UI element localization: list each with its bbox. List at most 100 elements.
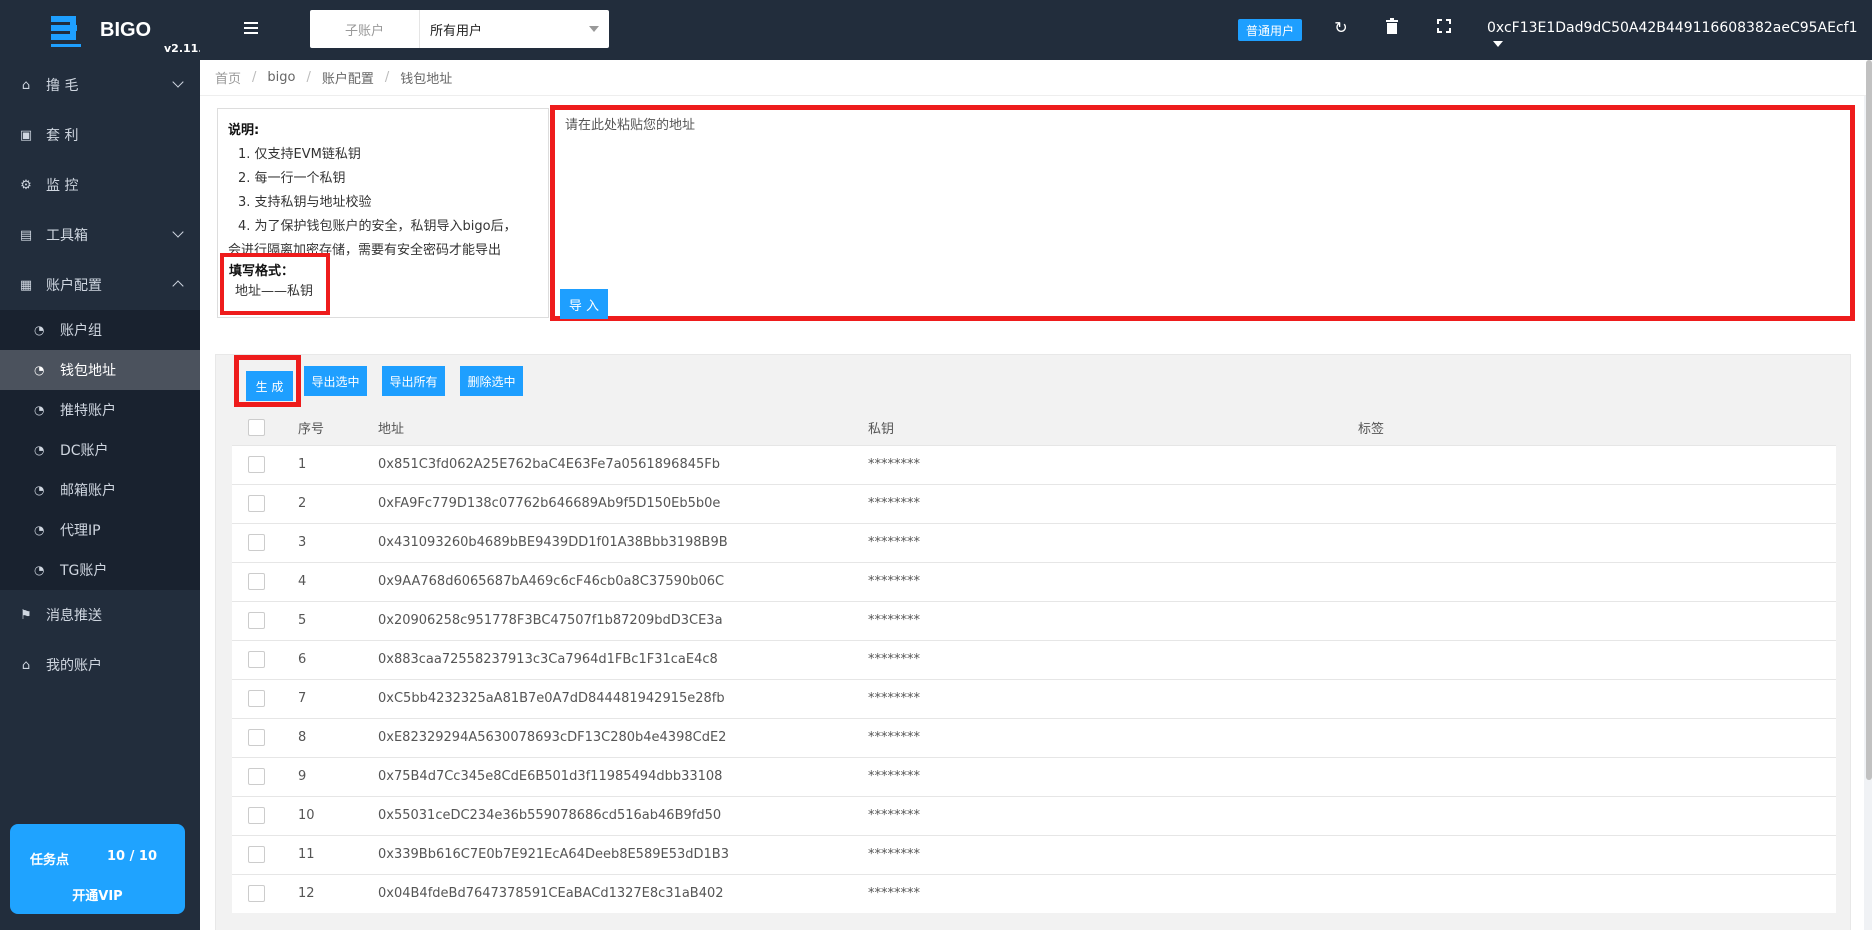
submenu-item-label: 邮箱账户	[60, 483, 116, 499]
row-checkbox[interactable]	[248, 690, 265, 707]
row-address: 0x75B4d7Cc345e8CdE6B501d3f11985494dbb331…	[378, 756, 868, 796]
table-row[interactable]: 8 0xE82329294A5630078693cDF13C280b4e4398C…	[232, 717, 1836, 757]
row-address: 0x55031ceDC234e36b559078686cd516ab46B9fd…	[378, 795, 868, 835]
row-checkbox[interactable]	[248, 729, 265, 746]
table-row[interactable]: 6 0x883caa72558237913c3Ca7964d1FBc1F31caE…	[232, 639, 1836, 679]
sidebar-item[interactable]: ▣ 套 利	[0, 110, 200, 160]
wallet-address-menu[interactable]: 0xcF13E1Dad9dC50A42B449116608382aeC95AEc…	[1487, 20, 1872, 52]
submenu-item[interactable]: ◔ 钱包地址	[0, 350, 200, 390]
logo: BIGO v2.11.0	[0, 0, 200, 60]
row-number: 11	[298, 834, 378, 874]
row-checkbox-cell	[232, 756, 298, 796]
row-checkbox[interactable]	[248, 807, 265, 824]
row-checkbox[interactable]	[248, 495, 265, 512]
instructions-title: 说明:	[228, 123, 260, 138]
table-row[interactable]: 2 0xFA9Fc779D138c07762b646689Ab9f5D150Eb5…	[232, 483, 1836, 523]
format-line: 地址——私钥	[235, 284, 314, 299]
row-number: 2	[298, 483, 378, 523]
sidebar-item[interactable]: ⌂ 撸 毛	[0, 60, 200, 110]
row-checkbox[interactable]	[248, 768, 265, 785]
table-row[interactable]: 11 0x339Bb616C7E0b7E921EcA64Deeb8E589E53d…	[232, 834, 1836, 874]
row-checkbox[interactable]	[248, 885, 265, 903]
refresh-icon[interactable]: ↻	[1331, 18, 1351, 40]
export-selected-button[interactable]: 导出选中	[304, 366, 367, 396]
dashboard-icon: ◔	[34, 523, 45, 537]
generate-highlight: 生 成	[234, 355, 301, 407]
row-number: 9	[298, 756, 378, 796]
row-checkbox[interactable]	[248, 651, 265, 668]
row-address: 0x431093260b4689bBE9439DD1f01A38Bbb3198B…	[378, 522, 868, 562]
open-vip-button[interactable]: 开通VIP	[10, 885, 185, 904]
header-private-key: 私钥	[868, 422, 895, 438]
row-checkbox[interactable]	[248, 456, 265, 473]
export-all-button[interactable]: 导出所有	[382, 366, 445, 396]
sidebar-item[interactable]: ▦ 账户配置	[0, 260, 200, 310]
sidebar-item[interactable]: ▤ 工具箱	[0, 210, 200, 260]
row-private-key: ********	[868, 522, 1358, 562]
sidebar-item-label: 监 控	[46, 178, 79, 194]
row-checkbox-cell	[232, 522, 298, 562]
table-row[interactable]: 9 0x75B4d7Cc345e8CdE6B501d3f11985494dbb33…	[232, 756, 1836, 796]
submenu-item-label: 钱包地址	[60, 363, 116, 379]
table-row[interactable]: 3 0x431093260b4689bBE9439DD1f01A38Bbb3198…	[232, 522, 1836, 562]
table-row[interactable]: 5 0x20906258c951778F3BC47507f1b87209bdD3C…	[232, 600, 1836, 640]
fullscreen-icon[interactable]	[1434, 18, 1454, 40]
submenu-item[interactable]: ◔ 推特账户	[0, 390, 200, 430]
generate-button[interactable]: 生 成	[246, 371, 293, 401]
submenu-item-label: 账户组	[60, 323, 102, 339]
row-checkbox-cell	[232, 561, 298, 601]
dashboard-icon: ◔	[34, 323, 45, 337]
main-content: 说明: 1. 仅支持EVM链私钥 2. 每一行一个私钥 3. 支持私钥与地址校验…	[200, 96, 1864, 930]
row-checkbox[interactable]	[248, 573, 265, 590]
table-row[interactable]: 10 0x55031ceDC234e36b559078686cd516ab46B9…	[232, 795, 1836, 835]
sub-account-value[interactable]: 所有用户	[420, 10, 609, 48]
submenu-item[interactable]: ◔ DC账户	[0, 430, 200, 470]
instruction-line: 3. 支持私钥与地址校验	[238, 195, 372, 210]
row-private-key: ********	[868, 444, 1358, 484]
breadcrumb-home[interactable]: 首页	[215, 68, 241, 87]
row-tag	[1358, 522, 1836, 562]
row-private-key: ********	[868, 561, 1358, 601]
address-paste-input[interactable]	[565, 114, 1840, 274]
menu-toggle-icon[interactable]	[244, 22, 258, 34]
sidebar-item[interactable]: ⌂ 我的账户	[0, 640, 200, 690]
table-row[interactable]: 12 0x04B4fdeBd7647378591CEaBACd1327E8c31a…	[232, 873, 1836, 913]
trash-icon[interactable]	[1382, 18, 1402, 40]
select-all-checkbox[interactable]	[248, 419, 265, 437]
submenu-item[interactable]: ◔ 代理IP	[0, 510, 200, 550]
vip-card: 任务点 10 / 10 开通VIP	[10, 824, 185, 914]
row-tag	[1358, 678, 1836, 718]
row-private-key: ********	[868, 873, 1358, 913]
import-button[interactable]: 导 入	[560, 289, 608, 319]
header-address: 地址	[378, 422, 405, 438]
topbar: 子账户 所有用户 普通用户 ↻ 0xcF13E1Dad9dC50A42B4491…	[200, 0, 1872, 60]
row-checkbox[interactable]	[248, 534, 265, 551]
delete-selected-button[interactable]: 删除选中	[460, 366, 523, 396]
sidebar-item[interactable]: ⚙ 监 控	[0, 160, 200, 210]
submenu-item[interactable]: ◔ TG账户	[0, 550, 200, 590]
row-private-key: ********	[868, 834, 1358, 874]
dashboard-icon: ◔	[34, 443, 45, 457]
breadcrumb-account-config[interactable]: 账户配置	[322, 68, 374, 87]
breadcrumb-bigo[interactable]: bigo	[267, 70, 295, 85]
sub-account-select[interactable]: 子账户 所有用户	[310, 10, 609, 48]
submenu-item[interactable]: ◔ 账户组	[0, 310, 200, 350]
scrollbar[interactable]	[1866, 60, 1872, 780]
row-address: 0x851C3fd062A25E762baC4E63Fe7a0561896845…	[378, 444, 868, 484]
dashboard-icon: ◔	[34, 563, 45, 577]
file-icon: ▤	[19, 227, 33, 243]
row-checkbox[interactable]	[248, 846, 265, 863]
sidebar-item[interactable]: ⚑ 消息推送	[0, 590, 200, 640]
task-points-label: 任务点	[30, 853, 70, 868]
row-number: 4	[298, 561, 378, 601]
row-checkbox[interactable]	[248, 612, 265, 629]
table-row[interactable]: 7 0xC5bb4232325aA81B7e0A7dD844481942915e2…	[232, 678, 1836, 718]
table-row[interactable]: 4 0x9AA768d6065687bA469c6cF46cb0a8C37590b…	[232, 561, 1836, 601]
submenu-item[interactable]: ◔ 邮箱账户	[0, 470, 200, 510]
table-row[interactable]: 1 0x851C3fd062A25E762baC4E63Fe7a056189684…	[232, 444, 1836, 484]
breadcrumb-wallet-address: 钱包地址	[400, 72, 453, 87]
row-address: 0xFA9Fc779D138c07762b646689Ab9f5D150Eb5b…	[378, 483, 868, 523]
row-tag	[1358, 483, 1836, 523]
bigo-logo-icon	[51, 16, 81, 47]
row-checkbox-cell	[232, 678, 298, 718]
